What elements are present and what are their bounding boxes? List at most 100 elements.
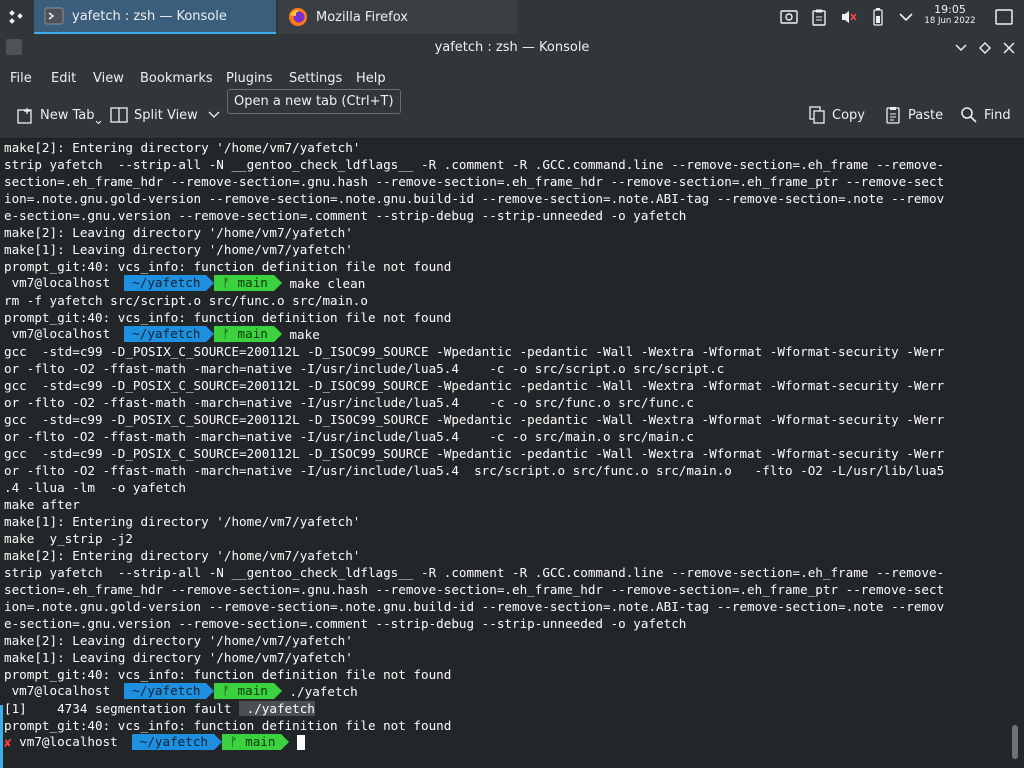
terminal-line: .4 -llua -lm -o yafetch [4, 480, 186, 495]
show-desktop-button[interactable] [990, 0, 1018, 34]
paste-icon [886, 107, 900, 124]
terminal-line: [1] 4734 segmentation fault ./yafetch [4, 700, 315, 717]
terminal-line: make[2]: Leaving directory '/home/vm7/ya… [4, 225, 353, 240]
chevron-down-icon [208, 111, 220, 118]
terminal-line: ion=.note.gnu.gold-version --remove-sect… [4, 191, 945, 206]
terminal-line: section=.eh_frame_hdr --remove-section=.… [4, 174, 945, 189]
task-konsole[interactable]: yafetch : zsh — Konsole [34, 0, 276, 34]
terminal-line: prompt_git:40: vcs_info: function defini… [4, 718, 452, 733]
prompt-user: vm7@localhost [4, 683, 117, 699]
menu-bookmarks[interactable]: Bookmarks [140, 71, 213, 86]
firefox-icon [289, 8, 307, 26]
prompt-dir: ~/yafetch [124, 326, 207, 342]
chevron-down-icon [899, 13, 913, 22]
menu-file[interactable]: File [10, 71, 32, 86]
find-label: Find [984, 107, 1011, 123]
paste-button[interactable]: Paste [884, 106, 943, 124]
terminal-line: rm -f yafetch src/script.o src/func.o sr… [4, 293, 368, 308]
window-title: yafetch : zsh — Konsole [434, 40, 590, 55]
prompt-dir: ~/yafetch [124, 275, 207, 291]
segfault-text: [1] 4734 segmentation fault [4, 701, 240, 716]
clock-time: 19:05 [934, 3, 966, 16]
close-button[interactable] [1000, 39, 1018, 57]
close-icon [1003, 42, 1015, 54]
terminal-line: gcc -std=c99 -D_POSIX_C_SOURCE=200112L -… [4, 344, 945, 359]
find-button[interactable]: Find [960, 106, 1011, 124]
clipboard-icon [812, 9, 826, 26]
tray-expand[interactable] [894, 0, 918, 34]
prompt-user: vm7@localhost [4, 275, 117, 291]
terminal-line: prompt_git:40: vcs_info: function defini… [4, 259, 452, 274]
task-firefox[interactable]: Mozilla Firefox [278, 0, 518, 34]
menubar: File Edit View Bookmarks Plugins Setting… [0, 62, 1024, 94]
new-tab-icon [17, 107, 32, 124]
prompt-separator [206, 683, 215, 699]
text-cursor [297, 735, 306, 750]
menu-edit[interactable]: Edit [51, 71, 76, 86]
terminal-line: ion=.note.gnu.gold-version --remove-sect… [4, 599, 945, 614]
terminal-line: make[1]: Entering directory '/home/vm7/y… [4, 514, 361, 529]
terminal-line: gcc -std=c99 -D_POSIX_C_SOURCE=200112L -… [4, 446, 945, 461]
application-launcher[interactable] [0, 0, 32, 34]
selected-text: ./yafetch [239, 701, 315, 716]
prompt-git: ᚠ main [214, 683, 274, 699]
prompt-separator [206, 326, 215, 342]
error-status-icon: ✘ [4, 735, 12, 750]
prompt-dir: ~/yafetch [131, 734, 214, 750]
scrollbar[interactable] [1008, 139, 1024, 768]
terminal-line: make[2]: Leaving directory '/home/vm7/ya… [4, 633, 353, 648]
terminal-line: make y_strip -j2 [4, 531, 133, 546]
prompt-line: vm7@localhost ~/yafetch ᚠ main ./yafetch [4, 683, 358, 700]
new-tab-button[interactable]: New Tab [16, 106, 102, 125]
terminal-line: gcc -std=c99 -D_POSIX_C_SOURCE=200112L -… [4, 378, 945, 393]
terminal-view[interactable]: make[2]: Entering directory '/home/vm7/y… [0, 139, 1008, 768]
prompt-git: ᚠ main [222, 734, 282, 750]
prompt-git: ᚠ main [214, 275, 274, 291]
scrollbar-thumb[interactable] [1012, 725, 1018, 759]
terminal-line: make[1]: Leaving directory '/home/vm7/ya… [4, 242, 353, 257]
split-view-label: Split View [134, 107, 198, 123]
prompt-separator [214, 734, 222, 750]
menu-view[interactable]: View [93, 71, 124, 86]
prompt-git: ᚠ main [214, 326, 274, 342]
prompt-line: vm7@localhost ~/yafetch ᚠ main make clean [4, 275, 365, 292]
prompt-separator [123, 734, 132, 750]
split-view-icon [110, 107, 128, 123]
minimize-icon [955, 44, 967, 52]
window-titlebar[interactable]: yafetch : zsh — Konsole [0, 34, 1024, 62]
terminal-line: make[2]: Entering directory '/home/vm7/y… [4, 548, 361, 563]
tray-battery[interactable] [866, 0, 890, 34]
tray-clipboard[interactable] [806, 0, 832, 34]
menu-help[interactable]: Help [356, 71, 386, 86]
new-tab-tooltip: Open a new tab (Ctrl+T) [227, 89, 401, 114]
battery-icon [873, 8, 883, 26]
prompt-line: vm7@localhost ~/yafetch ᚠ main make [4, 326, 320, 343]
prompt-separator [281, 734, 290, 750]
chevron-down-icon [95, 120, 101, 125]
prompt-user: vm7@localhost [11, 734, 124, 750]
search-icon [961, 107, 977, 123]
launcher-icon [9, 10, 23, 24]
prompt-separator [273, 683, 282, 699]
taskbar: yafetch : zsh — Konsole Mozilla Firefox … [0, 0, 1024, 34]
copy-button[interactable]: Copy [808, 106, 865, 124]
minimize-button[interactable] [952, 39, 970, 57]
prompt-dir: ~/yafetch [124, 683, 207, 699]
terminal-line: prompt_git:40: vcs_info: function defini… [4, 310, 452, 325]
maximize-button[interactable] [976, 39, 994, 57]
task-konsole-label: yafetch : zsh — Konsole [72, 8, 227, 24]
split-view-button[interactable]: Split View [110, 106, 220, 124]
terminal-line: or -flto -O2 -ffast-math -march=native -… [4, 395, 694, 410]
terminal-line: strip yafetch --strip-all -N __gentoo_ch… [4, 565, 945, 580]
maximize-icon [979, 42, 991, 54]
prompt-line: ✘ vm7@localhost ~/yafetch ᚠ main [4, 734, 306, 751]
menu-settings[interactable]: Settings [289, 71, 342, 86]
clock[interactable]: 19:05 18 Jun 2022 [920, 4, 980, 26]
tray-volume[interactable] [836, 0, 862, 34]
menu-plugins[interactable]: Plugins [226, 71, 273, 86]
terminal-line: or -flto -O2 -ffast-math -march=native -… [4, 361, 725, 376]
command-text: make [281, 327, 320, 342]
tray-screenshot[interactable] [776, 0, 802, 34]
paste-label: Paste [908, 107, 944, 123]
prompt-separator [206, 275, 215, 291]
